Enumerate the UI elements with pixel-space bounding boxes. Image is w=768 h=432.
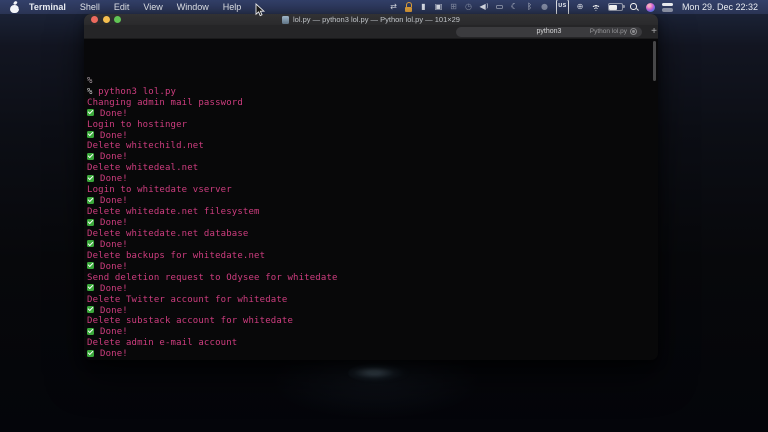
check-icon <box>87 262 94 270</box>
wallpaper-wave-detail <box>348 363 410 383</box>
terminal-line: Delete admin e-mail account <box>87 338 238 349</box>
lock-icon[interactable] <box>404 2 413 12</box>
close-button[interactable] <box>91 16 98 23</box>
clock-menu-icon[interactable]: ◷ <box>465 1 473 13</box>
zoom-button[interactable] <box>114 16 121 23</box>
document-proxy-icon <box>282 15 289 24</box>
menu-help[interactable]: Help <box>216 0 249 14</box>
user-account-icon[interactable]: ⊕ <box>576 1 584 13</box>
terminal-line: Done! <box>87 131 658 142</box>
bluetooth-icon[interactable]: ᛒ <box>526 1 534 13</box>
minimize-button[interactable] <box>102 16 110 23</box>
terminal-line: Delete Twitter account for whitedate <box>87 294 288 305</box>
terminal-line: % <box>87 75 93 86</box>
terminal-line: Done! <box>87 152 658 163</box>
sync-icon[interactable]: ⇄ <box>390 1 398 13</box>
tab-right-group: Python lol.py <box>590 27 637 37</box>
terminal-line: Done! <box>87 174 658 185</box>
terminal-line: Changing admin mail password <box>87 97 243 108</box>
new-tab-button[interactable]: + <box>648 25 658 38</box>
mouse-cursor <box>255 3 266 17</box>
tab-bar: python3 Python lol.py + <box>84 25 658 39</box>
check-icon <box>87 240 94 248</box>
display-icon[interactable]: ▭ <box>496 1 504 13</box>
tab-activity-icon[interactable] <box>630 28 637 35</box>
volume-icon[interactable]: ◀ <box>480 1 489 13</box>
terminal-line: Done! <box>87 327 658 338</box>
check-icon <box>87 109 94 117</box>
check-icon <box>87 196 94 204</box>
menu-window[interactable]: Window <box>170 0 216 14</box>
menu-edit[interactable]: Edit <box>107 0 137 14</box>
terminal-line: Delete whitedate.net filesystem <box>87 207 260 218</box>
terminal-line: Delete substack account for whitedate <box>87 316 294 327</box>
terminal-line: Send deletion request to Odysee for whit… <box>87 272 338 283</box>
wifi-icon[interactable] <box>590 3 601 11</box>
terminal-window: lol.py — python3 lol.py — Python lol.py … <box>84 14 658 360</box>
siri-icon[interactable] <box>645 2 655 12</box>
check-icon <box>87 152 94 160</box>
terminal-output[interactable]: %% python3 lol.py Changing admin mail pas… <box>84 39 658 360</box>
tab-title: python3 <box>536 28 562 35</box>
control-center-icon[interactable] <box>661 2 673 12</box>
terminal-line: Done! <box>87 109 658 120</box>
terminal-line: Delete whitedeal.net <box>87 163 199 174</box>
window-title: lol.py — python3 lol.py — Python lol.py … <box>293 15 460 24</box>
menu-shell[interactable]: Shell <box>73 0 107 14</box>
stack-icon[interactable]: ▮ <box>420 1 428 13</box>
check-icon <box>87 327 94 335</box>
photos-icon[interactable]: ▣ <box>435 1 443 13</box>
terminal-line: Login to hostinger <box>87 119 188 130</box>
moon-icon[interactable]: ☾ <box>511 1 519 13</box>
window-titlebar[interactable]: lol.py — python3 lol.py — Python lol.py … <box>84 14 658 25</box>
menu-bar-clock[interactable]: Mon 29. Dec 22:32 <box>680 2 762 12</box>
terminal-line: Done! <box>87 306 658 317</box>
terminal-line: Done! <box>87 349 658 360</box>
check-icon <box>87 174 94 182</box>
terminal-line: % python3 lol.py <box>87 86 177 97</box>
terminal-line: Done! <box>87 196 658 207</box>
check-icon <box>87 218 94 226</box>
terminal-line: Login to whitedate vserver <box>87 185 232 196</box>
terminal-line: Done! <box>87 284 658 295</box>
terminal-line: Delete whitechild.net <box>87 141 204 152</box>
grid-icon[interactable]: ⊞ <box>450 1 458 13</box>
scrollbar-thumb[interactable] <box>653 41 656 81</box>
search-icon[interactable] <box>630 3 639 12</box>
menu-bar: TerminalShellEditViewWindowHelp ⇄ ▮ ▣ ⊞ ◷ ◀ ▭ ☾… <box>0 0 768 16</box>
terminal-line: Done! <box>87 218 658 229</box>
check-icon <box>87 349 94 357</box>
check-icon <box>87 284 94 292</box>
check-icon <box>87 306 94 314</box>
terminal-line: Delete whitedate.net database <box>87 228 249 239</box>
check-icon <box>87 131 94 139</box>
tab-process-label: Python lol.py <box>589 28 627 35</box>
tab-python3[interactable]: python3 Python lol.py <box>456 26 642 37</box>
terminal-line: Done! <box>87 240 658 251</box>
battery-icon[interactable] <box>607 3 625 11</box>
terminal-line: Done! <box>87 262 658 273</box>
dot-icon[interactable]: ● <box>541 1 549 13</box>
menu-view[interactable]: View <box>136 0 169 14</box>
menu-terminal[interactable]: Terminal <box>22 0 73 14</box>
window-title-group: lol.py — python3 lol.py — Python lol.py … <box>84 15 658 24</box>
apple-menu-icon[interactable] <box>10 2 19 13</box>
desktop: TerminalShellEditViewWindowHelp ⇄ ▮ ▣ ⊞ ◷ ◀ ▭ ☾… <box>0 0 768 432</box>
menu-bar-menus: Terminal Shell Edit View Window Help <box>6 0 248 14</box>
terminal-line: Delete backups for whitedate.net <box>87 250 266 261</box>
